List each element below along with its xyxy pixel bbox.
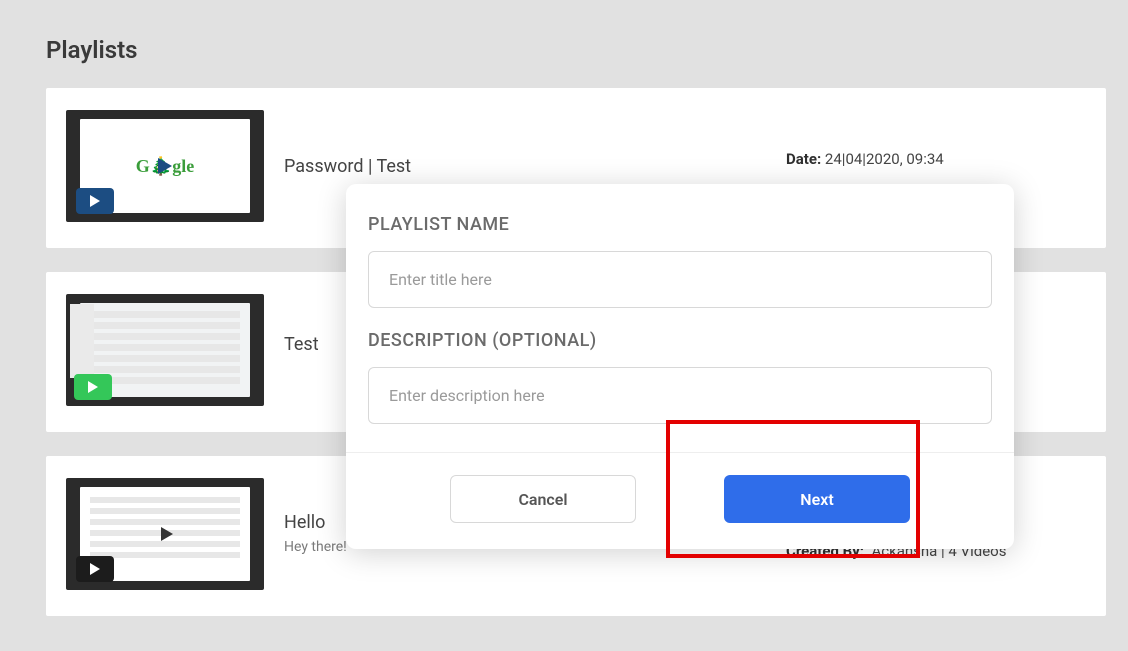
play-icon — [161, 527, 173, 541]
play-icon — [90, 195, 100, 207]
play-badge[interactable] — [74, 374, 112, 400]
play-icon — [88, 381, 98, 393]
playlist-title: Password | Test — [284, 156, 766, 177]
play-icon — [90, 563, 100, 575]
description-label: DESCRIPTION (OPTIONAL) — [368, 330, 992, 351]
page-title: Playlists — [0, 0, 1128, 88]
playlist-name-label: PLAYLIST NAME — [368, 214, 992, 235]
play-icon — [158, 158, 172, 174]
playlist-meta: Date: 24|04|2020, 09:34 — [786, 110, 1086, 182]
playlist-thumbnail[interactable]: G🎄gle — [66, 110, 264, 222]
date-value: 24|04|2020, 09:34 — [825, 150, 944, 168]
next-button[interactable]: Next — [724, 475, 910, 523]
modal-footer: Cancel Next — [346, 452, 1014, 549]
playlist-thumbnail[interactable] — [66, 294, 264, 406]
play-badge[interactable] — [76, 188, 114, 214]
date-label: Date: — [786, 150, 821, 168]
create-playlist-modal: PLAYLIST NAME DESCRIPTION (OPTIONAL) Can… — [346, 184, 1014, 549]
playlist-thumbnail[interactable] — [66, 478, 264, 590]
play-badge[interactable] — [76, 556, 114, 582]
description-input[interactable] — [368, 367, 992, 424]
cancel-button[interactable]: Cancel — [450, 475, 636, 523]
playlist-info: Password | Test — [284, 110, 766, 183]
playlist-name-input[interactable] — [368, 251, 992, 308]
